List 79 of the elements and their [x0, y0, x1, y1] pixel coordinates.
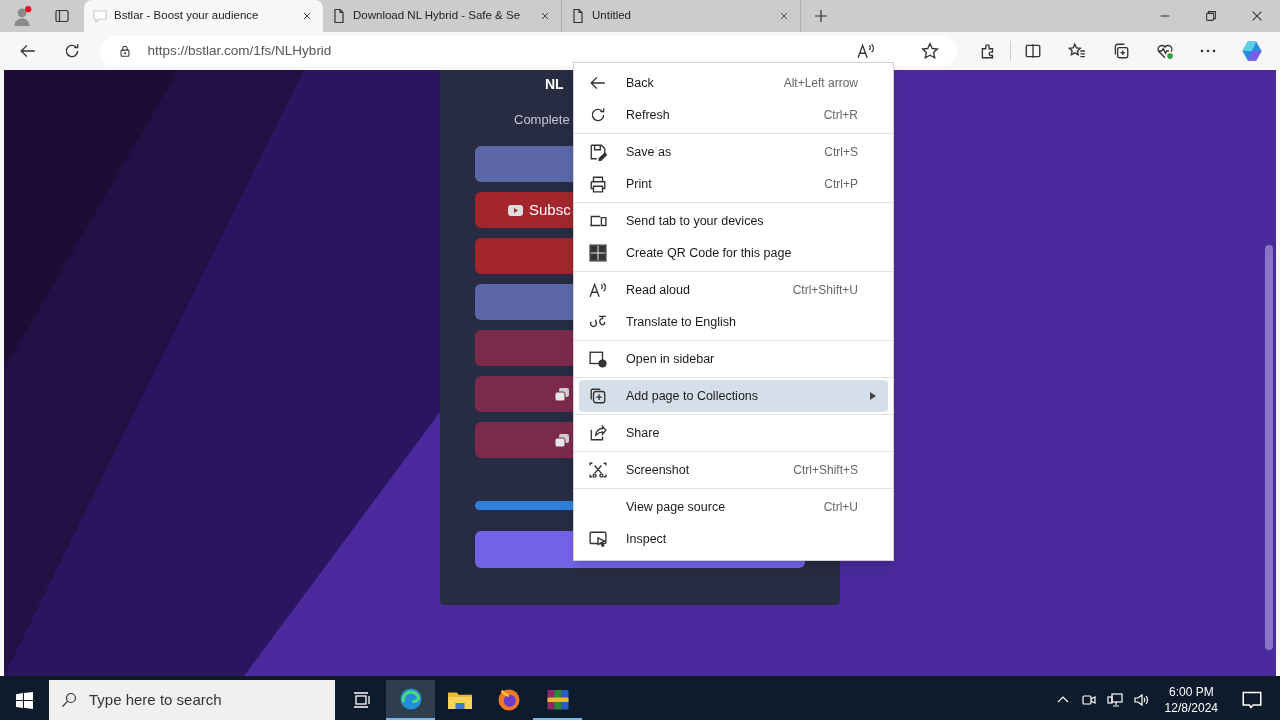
menu-collections-icon [588, 387, 607, 405]
menu-shortcut: Ctrl+Shift+U [792, 282, 858, 299]
network-icon [1106, 692, 1123, 708]
card-title: NL [545, 76, 564, 92]
menu-item[interactable]: Read aloud Ctrl+Shift+U [579, 274, 888, 306]
menu-shortcut: Ctrl+Shift+S [793, 462, 858, 479]
menu-label: Translate to English [626, 313, 737, 331]
menu-label: View page source [626, 498, 727, 516]
menu-item[interactable]: Create QR Code for this page [579, 237, 888, 269]
menu-item[interactable]: Back Alt+Left arrow [579, 67, 888, 99]
clock-time: 6:00 PM [1168, 684, 1214, 700]
menu-save-icon [588, 143, 607, 161]
menu-label: Print [626, 175, 653, 193]
menu-share-icon [588, 424, 607, 442]
profile-icon [12, 6, 32, 26]
menu-item[interactable]: View page source Ctrl+U [579, 491, 888, 523]
close-icon [539, 10, 551, 22]
notifications-icon [1242, 690, 1262, 710]
tab-title: Bstlar - Boost your audience [114, 8, 260, 24]
menu-label: Inspect [626, 530, 668, 548]
tab-title: Untitled [592, 8, 632, 24]
scrollbar-thumb[interactable] [1265, 245, 1273, 650]
url-text: https://bstlar.com/1fs/NLHybrid [147, 41, 333, 60]
close-icon [301, 10, 313, 22]
menu-print-icon [588, 175, 607, 193]
menu-cursor-icon [588, 530, 607, 548]
menu-item[interactable]: Share [579, 417, 888, 449]
menu-label: Screenshot [626, 461, 691, 479]
menu-qr-code-icon [588, 244, 607, 262]
menu-shortcut: Ctrl+P [824, 176, 858, 193]
menu-label: Open in sidebar [626, 350, 716, 368]
address-bar[interactable]: https://bstlar.com/1fs/NLHybrid [99, 36, 957, 66]
browser-tab[interactable]: Bstlar - Boost your audience [84, 0, 323, 32]
clock-date: 12/8/2024 [1164, 700, 1218, 716]
menu-shortcut: Ctrl+S [824, 144, 858, 161]
speech-bubble-icon [92, 8, 108, 24]
clock[interactable]: 6:00 PM 12/8/2024 [1156, 684, 1226, 716]
tab-title: Download NL Hybrid - Safe & Se [353, 8, 522, 24]
search-icon [61, 692, 77, 708]
menu-item[interactable]: Print Ctrl+P [579, 168, 888, 200]
edge-icon[interactable] [386, 680, 435, 720]
card-subtitle: Complete [514, 112, 570, 127]
menu-label: Share [626, 424, 661, 442]
menu-label: Add page to Collections [626, 387, 760, 405]
menu-item[interactable]: Open in sidebar [579, 343, 888, 375]
menu-read-aloud-icon [588, 281, 607, 299]
menu-screenshot-icon [588, 461, 607, 479]
menu-shortcut: Ctrl+U [823, 499, 858, 516]
menu-shortcut: Alt+Left arrow [783, 75, 858, 92]
camera-icon [1080, 692, 1097, 708]
copy-icon [555, 433, 569, 447]
windows-icon [16, 691, 33, 709]
lock-icon [117, 44, 132, 58]
speaker-icon [1132, 692, 1149, 708]
menu-item[interactable]: Inspect [579, 523, 888, 555]
menu-shortcut: Ctrl+R [823, 107, 858, 124]
menu-item[interactable]: Translate to English [579, 306, 888, 338]
search-placeholder: Type here to search [89, 689, 222, 710]
books-icon [545, 687, 570, 711]
menu-label: Back [626, 74, 655, 92]
menu-label: Refresh [626, 106, 671, 124]
document-icon [331, 8, 347, 24]
menu-label: Save as [626, 143, 673, 161]
menu-item[interactable]: Send tab to your devices [579, 205, 888, 237]
menu-item[interactable]: Add page to Collections [579, 380, 888, 412]
menu-item[interactable]: Save as Ctrl+S [579, 136, 888, 168]
menu-label: Create QR Code for this page [626, 244, 793, 262]
document-icon [570, 8, 586, 24]
menu-label: Read aloud [626, 281, 691, 299]
taskbar-search-field[interactable]: Type here to search [49, 680, 335, 720]
menu-back-icon [588, 74, 607, 92]
menu-item[interactable]: Screenshot Ctrl+Shift+S [579, 454, 888, 486]
close-icon [778, 10, 790, 22]
copy-icon [555, 387, 569, 401]
menu-item[interactable]: Refresh Ctrl+R [579, 99, 888, 131]
menu-sidebar-icon [588, 350, 607, 368]
video-play-icon [508, 204, 523, 216]
menu-label: Send tab to your devices [626, 212, 765, 230]
button-label: Subsc [529, 199, 571, 220]
